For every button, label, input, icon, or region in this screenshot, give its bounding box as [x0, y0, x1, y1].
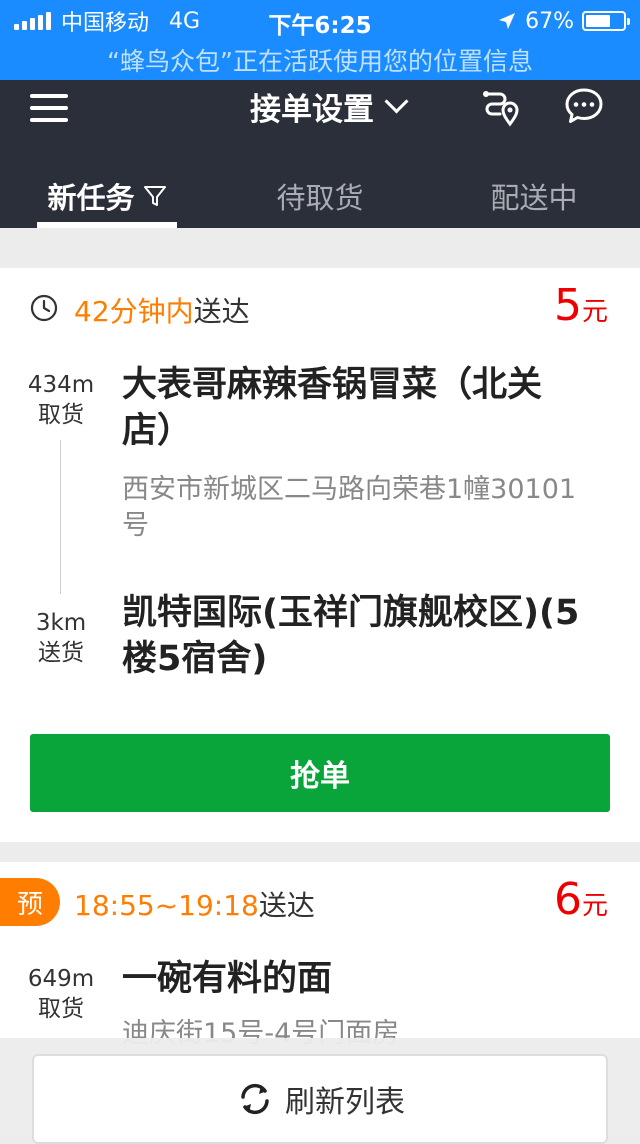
filter-icon[interactable]	[143, 184, 167, 208]
carrier-name: 中国移动	[61, 11, 150, 36]
delivery-address: 凯特国际(玉祥门旗舰校区)(5楼5宿舍)	[122, 593, 580, 679]
price-value: 6	[553, 874, 582, 925]
distance-value: 434m	[27, 372, 95, 398]
order-settings-dropdown[interactable]: 接单设置	[250, 84, 409, 128]
shop-name: 大表哥麻辣香锅冒菜（北关店）	[122, 365, 543, 451]
battery-percent: 67%	[525, 8, 574, 34]
order-price: 6元	[554, 878, 608, 922]
status-right: 67%	[497, 8, 630, 34]
order-price: 5元	[554, 284, 608, 328]
chevron-down-icon	[384, 88, 409, 114]
tab-delivering[interactable]: 配送中	[464, 164, 604, 228]
app-header: 接单设置 新任务 待取货 配送中	[0, 80, 640, 228]
grab-order-button[interactable]: 抢单	[30, 734, 610, 812]
shop-address: 西安市新城区二马路向荣巷1幢30101号	[122, 474, 577, 541]
location-arrow-icon	[499, 13, 516, 29]
battery-icon	[582, 11, 630, 31]
refresh-label: 刷新列表	[285, 1085, 405, 1120]
refresh-list-button[interactable]: 刷新列表	[32, 1054, 608, 1144]
shop-name: 一碗有料的面	[122, 959, 333, 999]
tab-label: 待取货	[276, 181, 364, 215]
distance-value: 649m	[27, 966, 95, 992]
price-unit: 元	[581, 297, 608, 327]
message-icon[interactable]	[564, 86, 604, 126]
status-left: 中国移动 4G	[14, 8, 201, 36]
tab-label: 新任务	[47, 181, 135, 215]
menu-button[interactable]	[30, 90, 68, 126]
delivery-eta: 18:55~19:18送达	[74, 884, 315, 924]
route-location-icon[interactable]	[478, 84, 522, 128]
order-card[interactable]: 42分钟内送达 5元 434m 取货 大表哥麻辣香锅冒菜（北关店） 西安市新城区…	[0, 268, 640, 842]
preorder-badge: 预	[0, 878, 60, 926]
tab-new-tasks[interactable]: 新任务	[37, 164, 177, 228]
eta-suffix: 送达	[258, 889, 315, 922]
eta-suffix: 送达	[193, 295, 250, 328]
distance-label: 送货	[38, 640, 84, 666]
price-unit: 元	[581, 891, 608, 921]
menu-icon-bar	[30, 118, 68, 122]
eta-time: 42分钟内	[74, 295, 194, 328]
distance-label: 取货	[38, 996, 84, 1022]
pickup-distance: 434m 取货	[20, 370, 102, 430]
menu-icon-bar	[30, 106, 68, 110]
distance-label: 取货	[38, 402, 84, 428]
tab-bar: 新任务 待取货 配送中	[0, 164, 640, 228]
eta-time: 18:55~19:18	[74, 889, 259, 922]
pickup-distance: 649m 取货	[20, 964, 102, 1024]
active-tab-indicator	[37, 222, 177, 228]
signal-icon	[14, 12, 51, 30]
tab-awaiting-pickup[interactable]: 待取货	[250, 164, 390, 228]
delivery-distance: 3km 送货	[20, 608, 102, 668]
price-value: 5	[553, 280, 582, 331]
bottom-bar: 刷新列表	[0, 1038, 640, 1144]
tab-label: 配送中	[490, 181, 578, 215]
distance-value: 3km	[35, 610, 87, 636]
route-line	[60, 440, 61, 594]
location-banner[interactable]: “蜂鸟众包”正在活跃使用您的位置信息	[0, 42, 640, 78]
delivery-eta: 42分钟内送达	[74, 290, 250, 330]
clock-icon	[30, 294, 58, 322]
menu-icon-bar	[30, 94, 68, 98]
refresh-icon	[241, 1083, 269, 1115]
page-title: 接单设置	[250, 91, 374, 128]
network-type: 4G	[169, 8, 201, 34]
status-bar: 中国移动 4G 下午6:25 67% “蜂鸟众包”正在活跃使用您的位置信息	[0, 0, 640, 80]
